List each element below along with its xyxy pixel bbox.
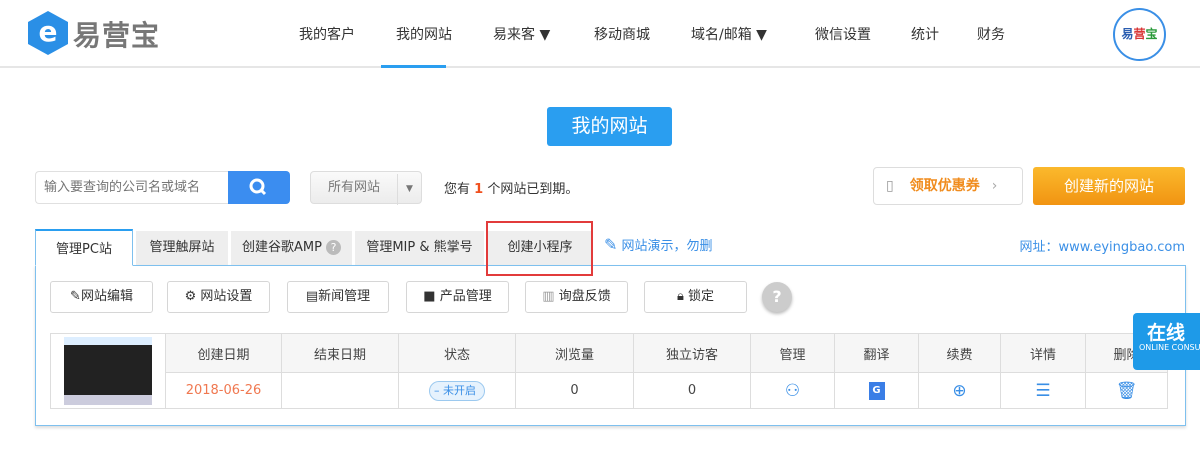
visitors-count: 0 — [633, 372, 751, 409]
pencil-icon: ✎ — [70, 289, 81, 304]
col-views: 浏览量 — [515, 333, 634, 373]
site-table: 创建日期 结束日期 状态 浏览量 独立访客 管理 翻译 续费 详情 删除 201… — [50, 333, 1168, 409]
button-label: 锁定 — [688, 289, 715, 304]
created-date: 2018-06-26 — [165, 372, 282, 409]
col-details: 详情 — [1000, 333, 1086, 373]
lock-icon: 🔒︎ — [676, 289, 684, 304]
end-date — [281, 372, 399, 409]
active-nav-indicator — [381, 65, 446, 68]
notice-prefix: 您有 — [444, 182, 475, 197]
edit-icon: ✎ — [604, 235, 618, 254]
tab-mip[interactable]: 管理MIP & 熊掌号 — [355, 231, 484, 265]
nav-mobile-mall[interactable]: 移动商城 — [594, 24, 650, 44]
status-label: 未开启 — [443, 383, 476, 397]
search-icon — [249, 178, 267, 196]
create-website-button[interactable]: 创建新的网站 — [1033, 167, 1185, 205]
lock-button[interactable]: 🔒︎ 锁定 — [644, 281, 747, 313]
chat-subtitle: ONLINE CONSULT — [1139, 343, 1200, 352]
tab-google-amp[interactable]: 创建谷歌AMP ? — [231, 231, 352, 265]
nav-finance[interactable]: 财务 — [977, 24, 1005, 44]
button-label: 询盘反馈 — [558, 289, 611, 304]
tab-manage-pc[interactable]: 管理PC站 — [35, 229, 133, 266]
search-button[interactable] — [228, 171, 290, 204]
edit-site-button[interactable]: ✎网站编辑 — [50, 281, 153, 313]
products-button[interactable]: ■ 产品管理 — [406, 281, 509, 313]
ticket-icon: ▯ — [886, 178, 894, 194]
nav-stats[interactable]: 统计 — [911, 24, 939, 44]
tab-label: 创建谷歌AMP — [241, 240, 322, 255]
nav-my-clients[interactable]: 我的客户 — [299, 24, 355, 44]
translate-icon[interactable]: G — [834, 372, 919, 409]
notice-suffix: 个网站已到期。 — [483, 182, 579, 197]
col-created: 创建日期 — [165, 333, 282, 373]
trash-icon[interactable]: 🗑︎ — [1085, 372, 1168, 409]
thumbnail-image — [64, 337, 152, 405]
news-icon: ▤ — [305, 289, 319, 304]
online-consult-widget[interactable]: 在线ONLINE CONSULT — [1133, 313, 1200, 370]
search-input[interactable] — [35, 171, 228, 204]
coupon-label: 领取优惠券 — [909, 178, 980, 194]
news-button[interactable]: ▤新闻管理 — [287, 281, 389, 313]
logo-text[interactable]: 易营宝 — [73, 14, 160, 54]
gear-icon: ⚙ — [184, 289, 197, 304]
chat-title: 在线 — [1147, 322, 1186, 344]
box-icon: ■ — [423, 289, 436, 304]
site-url[interactable]: 网址：www.eyingbao.com — [1020, 236, 1185, 255]
status-cell: – 未开启 — [398, 372, 516, 409]
chevron-right-icon: › — [991, 178, 998, 194]
button-label: 产品管理 — [439, 289, 492, 304]
col-status: 状态 — [398, 333, 516, 373]
help-icon[interactable]: ? — [762, 282, 792, 312]
site-filter-select[interactable]: 所有网站 ▼ — [310, 171, 422, 205]
coupon-button[interactable]: ▯ 领取优惠券 › — [873, 167, 1023, 205]
col-visitors: 独立访客 — [633, 333, 751, 373]
tab-manage-touch[interactable]: 管理触屏站 — [136, 231, 228, 265]
demo-link-label: 网站演示，勿删 — [621, 239, 713, 254]
chevron-down-icon: ▼ — [397, 174, 421, 205]
avatar[interactable]: 易营宝 — [1113, 8, 1166, 61]
button-label: 网站设置 — [200, 289, 253, 304]
col-manage: 管理 — [750, 333, 835, 373]
col-translate: 翻译 — [834, 333, 919, 373]
details-icon[interactable]: ☰ — [1000, 372, 1086, 409]
button-label: 新闻管理 — [318, 289, 371, 304]
nav-domain-mail[interactable]: 域名/邮箱 ▼ — [691, 24, 767, 44]
expiry-notice: 您有 1 个网站已到期。 — [444, 178, 578, 197]
manage-icon[interactable]: ⚇ — [750, 372, 835, 409]
page-title: 我的网站 — [547, 107, 672, 146]
demo-link[interactable]: ✎ 网站演示，勿删 — [604, 235, 713, 254]
renew-icon[interactable]: ⊕ — [918, 372, 1001, 409]
col-ended: 结束日期 — [281, 333, 399, 373]
notice-count: 1 — [474, 182, 484, 197]
site-settings-button[interactable]: ⚙ 网站设置 — [167, 281, 270, 313]
status-badge[interactable]: – 未开启 — [429, 380, 485, 401]
select-value: 所有网站 — [327, 180, 380, 195]
table-row: 2018-06-26 – 未开启 0 0 ⚇ G ⊕ ☰ 🗑︎ — [51, 372, 1168, 409]
avatar-char: 宝 — [1145, 27, 1158, 41]
inquiry-button[interactable]: ▥ 询盘反馈 — [525, 281, 628, 313]
avatar-char: 营 — [1133, 27, 1146, 41]
toggle-icon: – — [434, 383, 440, 397]
nav-wechat[interactable]: 微信设置 — [815, 24, 871, 44]
nav-yilaike[interactable]: 易来客 ▼ — [493, 24, 550, 44]
highlight-box — [486, 221, 593, 276]
views-count: 0 — [515, 372, 634, 409]
help-icon[interactable]: ? — [326, 240, 342, 255]
col-renew: 续费 — [918, 333, 1001, 373]
clipboard-icon: ▥ — [542, 289, 555, 304]
site-thumbnail[interactable] — [50, 333, 166, 409]
table-header-row: 创建日期 结束日期 状态 浏览量 独立访客 管理 翻译 续费 详情 删除 — [50, 333, 1168, 409]
nav-my-websites[interactable]: 我的网站 — [396, 24, 452, 44]
button-label: 网站编辑 — [80, 289, 133, 304]
avatar-char: 易 — [1121, 27, 1134, 41]
